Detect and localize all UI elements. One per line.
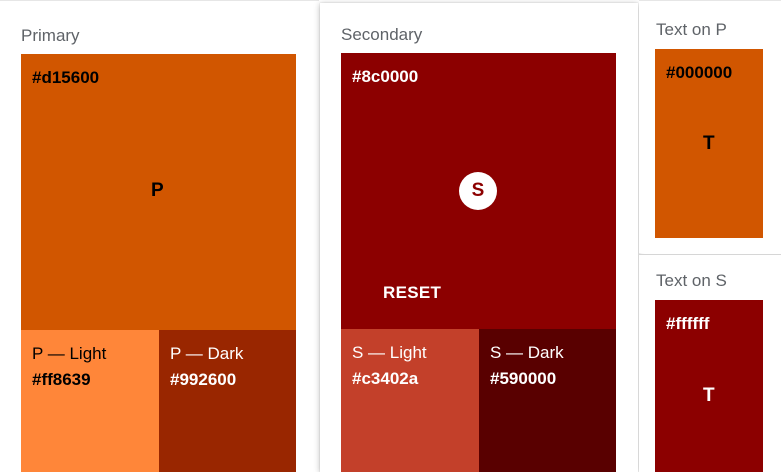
text-on-secondary-card: Text on S #ffffff T	[639, 254, 781, 472]
primary-dark-hex: #992600	[170, 370, 237, 389]
secondary-dark-label: S — Dark	[490, 343, 564, 362]
primary-swatch[interactable]: #d15600 P	[21, 54, 296, 330]
primary-card-title: Primary	[21, 26, 80, 45]
primary-card: Primary #d15600 P P — Light #ff8639 P — …	[0, 0, 319, 472]
secondary-light-swatch[interactable]: S — Light #c3402a	[341, 329, 479, 472]
text-on-primary-letter: T	[703, 133, 715, 154]
secondary-card-title: Secondary	[341, 25, 423, 44]
primary-dark-label: P — Dark	[170, 344, 244, 363]
primary-hex: #d15600	[32, 68, 100, 87]
text-on-primary-title: Text on P	[656, 20, 727, 39]
reset-button[interactable]: RESET	[383, 283, 441, 303]
primary-dark-swatch[interactable]: P — Dark #992600	[159, 330, 296, 472]
secondary-fab-button[interactable]: S	[459, 172, 497, 210]
primary-letter: P	[151, 180, 164, 201]
text-on-primary-swatch[interactable]: #000000 T	[655, 49, 763, 238]
secondary-card: Secondary #8c0000 S RESET S — Light #c34…	[320, 3, 638, 472]
secondary-swatch[interactable]: #8c0000 S RESET	[341, 53, 616, 329]
primary-light-swatch[interactable]: P — Light #ff8639	[21, 330, 159, 472]
secondary-light-hex: #c3402a	[352, 369, 419, 388]
secondary-dark-swatch[interactable]: S — Dark #590000	[479, 329, 616, 472]
text-on-secondary-title: Text on S	[656, 271, 727, 290]
text-on-primary-card: Text on P #000000 T	[639, 0, 781, 253]
text-on-secondary-hex: #ffffff	[666, 314, 710, 333]
secondary-dark-hex: #590000	[490, 369, 557, 388]
text-on-secondary-letter: T	[703, 385, 715, 406]
primary-light-hex: #ff8639	[32, 370, 91, 389]
secondary-fab-letter: S	[471, 180, 485, 201]
primary-light-label: P — Light	[32, 344, 107, 363]
secondary-hex: #8c0000	[352, 67, 419, 86]
text-on-secondary-swatch[interactable]: #ffffff T	[655, 300, 763, 472]
text-on-primary-hex: #000000	[666, 63, 733, 82]
secondary-light-label: S — Light	[352, 343, 427, 362]
